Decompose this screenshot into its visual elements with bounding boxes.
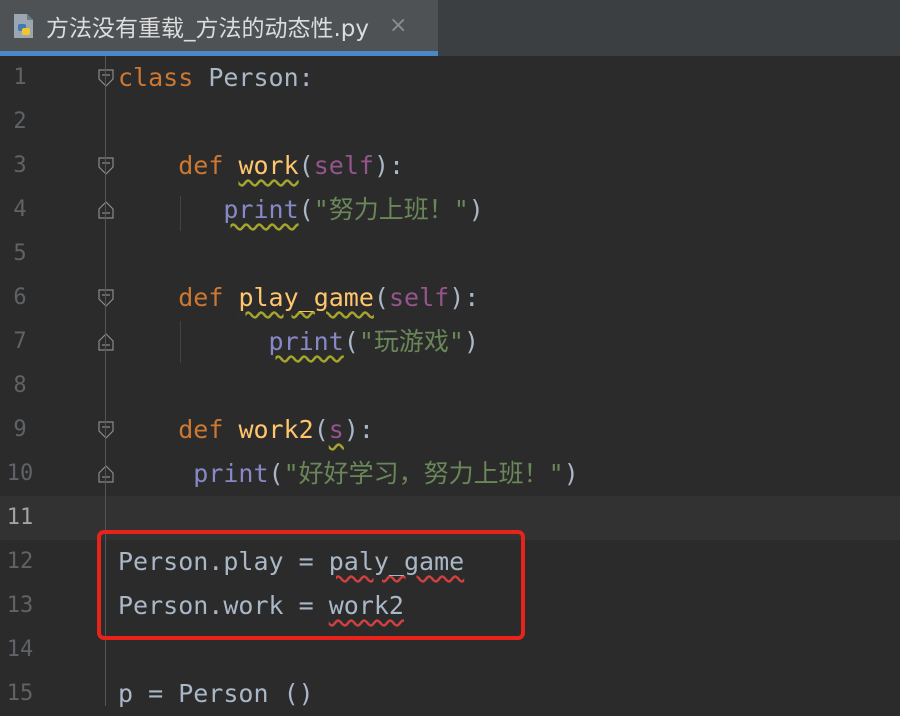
fold-end-icon[interactable] [98, 201, 114, 219]
code-token: s [328, 415, 344, 444]
code-token: ( [343, 327, 359, 356]
code-token: print [223, 195, 299, 224]
code-token: print [193, 459, 269, 488]
line-number: 10 [6, 461, 34, 486]
editor-tab[interactable]: 方法没有重载_方法的动态性.py × [0, 0, 438, 56]
code-token: class [118, 63, 194, 92]
code-token: ): [449, 283, 480, 312]
line-number: 13 [6, 593, 34, 618]
fold-start-icon[interactable] [98, 157, 114, 175]
code-line[interactable]: 7 print("玩游戏") [0, 320, 900, 364]
fold-end-icon[interactable] [98, 333, 114, 351]
code-token: ( [298, 151, 314, 180]
line-number: 15 [6, 681, 34, 706]
code-token: "努力上班！" [313, 195, 469, 224]
code-token: self [313, 151, 374, 180]
fold-end-icon[interactable] [98, 465, 114, 483]
fold-start-icon[interactable] [98, 289, 114, 307]
fold-start-icon[interactable] [98, 69, 114, 87]
code-token: print [268, 327, 344, 356]
code-token: "玩游戏" [358, 327, 464, 356]
code-text: print("玩游戏") [118, 320, 480, 364]
code-text: print("好好学习，努力上班！") [118, 452, 579, 496]
tab-title: 方法没有重载_方法的动态性.py [46, 15, 370, 42]
line-number: 11 [6, 505, 34, 530]
code-token: ) [463, 327, 480, 356]
code-token: ( [268, 459, 284, 488]
close-icon[interactable]: × [389, 13, 407, 38]
line-number: 1 [13, 65, 27, 90]
code-token: ) [468, 195, 484, 224]
code-text: def play_game(self): [118, 276, 479, 320]
code-token: def [178, 415, 224, 444]
code-line[interactable]: 15 p = Person () [0, 672, 900, 716]
code-line[interactable]: 6 def play_game(self): [0, 276, 900, 320]
code-token: work [238, 151, 299, 180]
code-token: def [178, 283, 224, 312]
editor-tab-bar: 方法没有重载_方法的动态性.py × [0, 0, 900, 56]
code-token: work2 [238, 415, 314, 444]
indent-guide [180, 321, 181, 363]
code-token: ): [343, 415, 374, 444]
code-token: ( [373, 283, 389, 312]
code-token: "好好学习，努力上班！" [283, 459, 564, 488]
code-token: self [388, 283, 450, 312]
code-text: print("努力上班！") [118, 188, 484, 232]
code-token: ): [373, 151, 405, 180]
highlight-box [97, 530, 525, 640]
python-file-icon [12, 13, 36, 39]
code-token: ( [313, 415, 329, 444]
code-line[interactable]: 9 def work2(s): [0, 408, 900, 452]
line-number: 4 [13, 197, 27, 222]
code-line[interactable]: 4 print("努力上班！") [0, 188, 900, 232]
code-text: p = Person () [118, 672, 314, 716]
line-number: 5 [13, 241, 27, 266]
code-token: ) [563, 459, 579, 488]
code-line[interactable]: 8 [0, 364, 900, 408]
code-token: p = Person () [118, 679, 314, 708]
code-token: play_game [238, 283, 374, 312]
code-token: Person: [193, 63, 314, 92]
code-token: ( [298, 195, 314, 224]
indent-guide [180, 196, 181, 231]
code-line[interactable]: 1 class Person: [0, 56, 900, 100]
line-number: 12 [6, 549, 34, 574]
line-number: 2 [13, 109, 27, 134]
code-token: def [178, 151, 224, 180]
line-number: 6 [13, 285, 27, 310]
code-line[interactable]: 10 print("好好学习，努力上班！") [0, 452, 900, 496]
line-number: 3 [13, 153, 27, 178]
line-number: 7 [13, 329, 27, 354]
line-number: 9 [13, 417, 27, 442]
fold-start-icon[interactable] [98, 421, 114, 439]
code-line[interactable]: 5 [0, 232, 900, 276]
code-text: def work2(s): [118, 408, 374, 452]
line-number: 8 [13, 373, 27, 398]
code-editor[interactable]: 1 class Person: 2 3 def work(self): 4 print(… [0, 56, 900, 708]
code-line[interactable]: 2 [0, 100, 900, 144]
code-text: class Person: [118, 56, 314, 100]
line-number: 14 [6, 637, 34, 662]
code-line[interactable]: 3 def work(self): [0, 144, 900, 188]
code-text: def work(self): [118, 144, 404, 188]
